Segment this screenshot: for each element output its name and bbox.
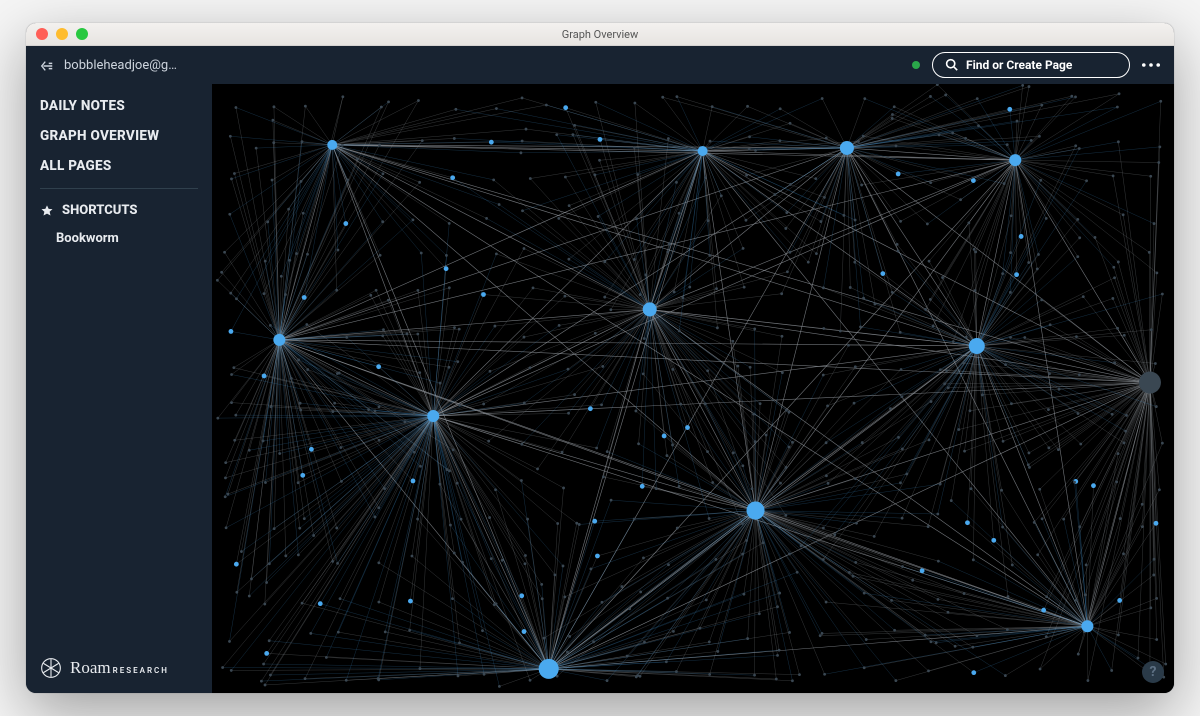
search-input[interactable]: Find or Create Page bbox=[932, 52, 1130, 78]
help-label: ? bbox=[1150, 664, 1157, 680]
mac-titlebar: Graph Overview bbox=[26, 23, 1174, 46]
main-area: Find or Create Page ? bbox=[212, 46, 1174, 693]
traffic-lights bbox=[26, 28, 88, 40]
collapse-sidebar-icon[interactable] bbox=[40, 59, 54, 73]
shortcut-item[interactable]: Bookworm bbox=[26, 225, 212, 252]
search-placeholder: Find or Create Page bbox=[966, 58, 1072, 72]
help-button[interactable]: ? bbox=[1142, 661, 1164, 683]
shortcuts-header: SHORTCUTS bbox=[26, 196, 212, 225]
sync-status-indicator bbox=[912, 61, 920, 69]
topbar: Find or Create Page bbox=[212, 46, 1174, 84]
star-icon bbox=[40, 204, 54, 218]
more-icon bbox=[1142, 63, 1160, 67]
nav-graph-overview[interactable]: GRAPH OVERVIEW bbox=[26, 121, 212, 151]
nav-all-pages[interactable]: ALL PAGES bbox=[26, 151, 212, 181]
maximize-window-button[interactable] bbox=[76, 28, 88, 40]
app-window: Graph Overview bobbleheadjoe@g… DAILY NO… bbox=[26, 23, 1174, 693]
sidebar: bobbleheadjoe@g… DAILY NOTES GRAPH OVERV… bbox=[26, 46, 212, 693]
brand-suffix: RESEARCH bbox=[113, 666, 169, 675]
sidebar-divider bbox=[40, 188, 198, 189]
search-icon bbox=[945, 58, 958, 71]
close-window-button[interactable] bbox=[36, 28, 48, 40]
brand-logo-icon bbox=[40, 657, 62, 679]
minimize-window-button[interactable] bbox=[56, 28, 68, 40]
nav-daily-notes[interactable]: DAILY NOTES bbox=[26, 91, 212, 121]
account-label[interactable]: bobbleheadjoe@g… bbox=[64, 58, 177, 73]
more-menu-button[interactable] bbox=[1142, 63, 1160, 67]
graph-canvas[interactable]: ? bbox=[212, 84, 1174, 693]
shortcuts-header-label: SHORTCUTS bbox=[62, 203, 137, 218]
window-title: Graph Overview bbox=[26, 28, 1174, 41]
brand: RoamRESEARCH bbox=[40, 657, 169, 679]
brand-name: Roam bbox=[70, 658, 111, 677]
